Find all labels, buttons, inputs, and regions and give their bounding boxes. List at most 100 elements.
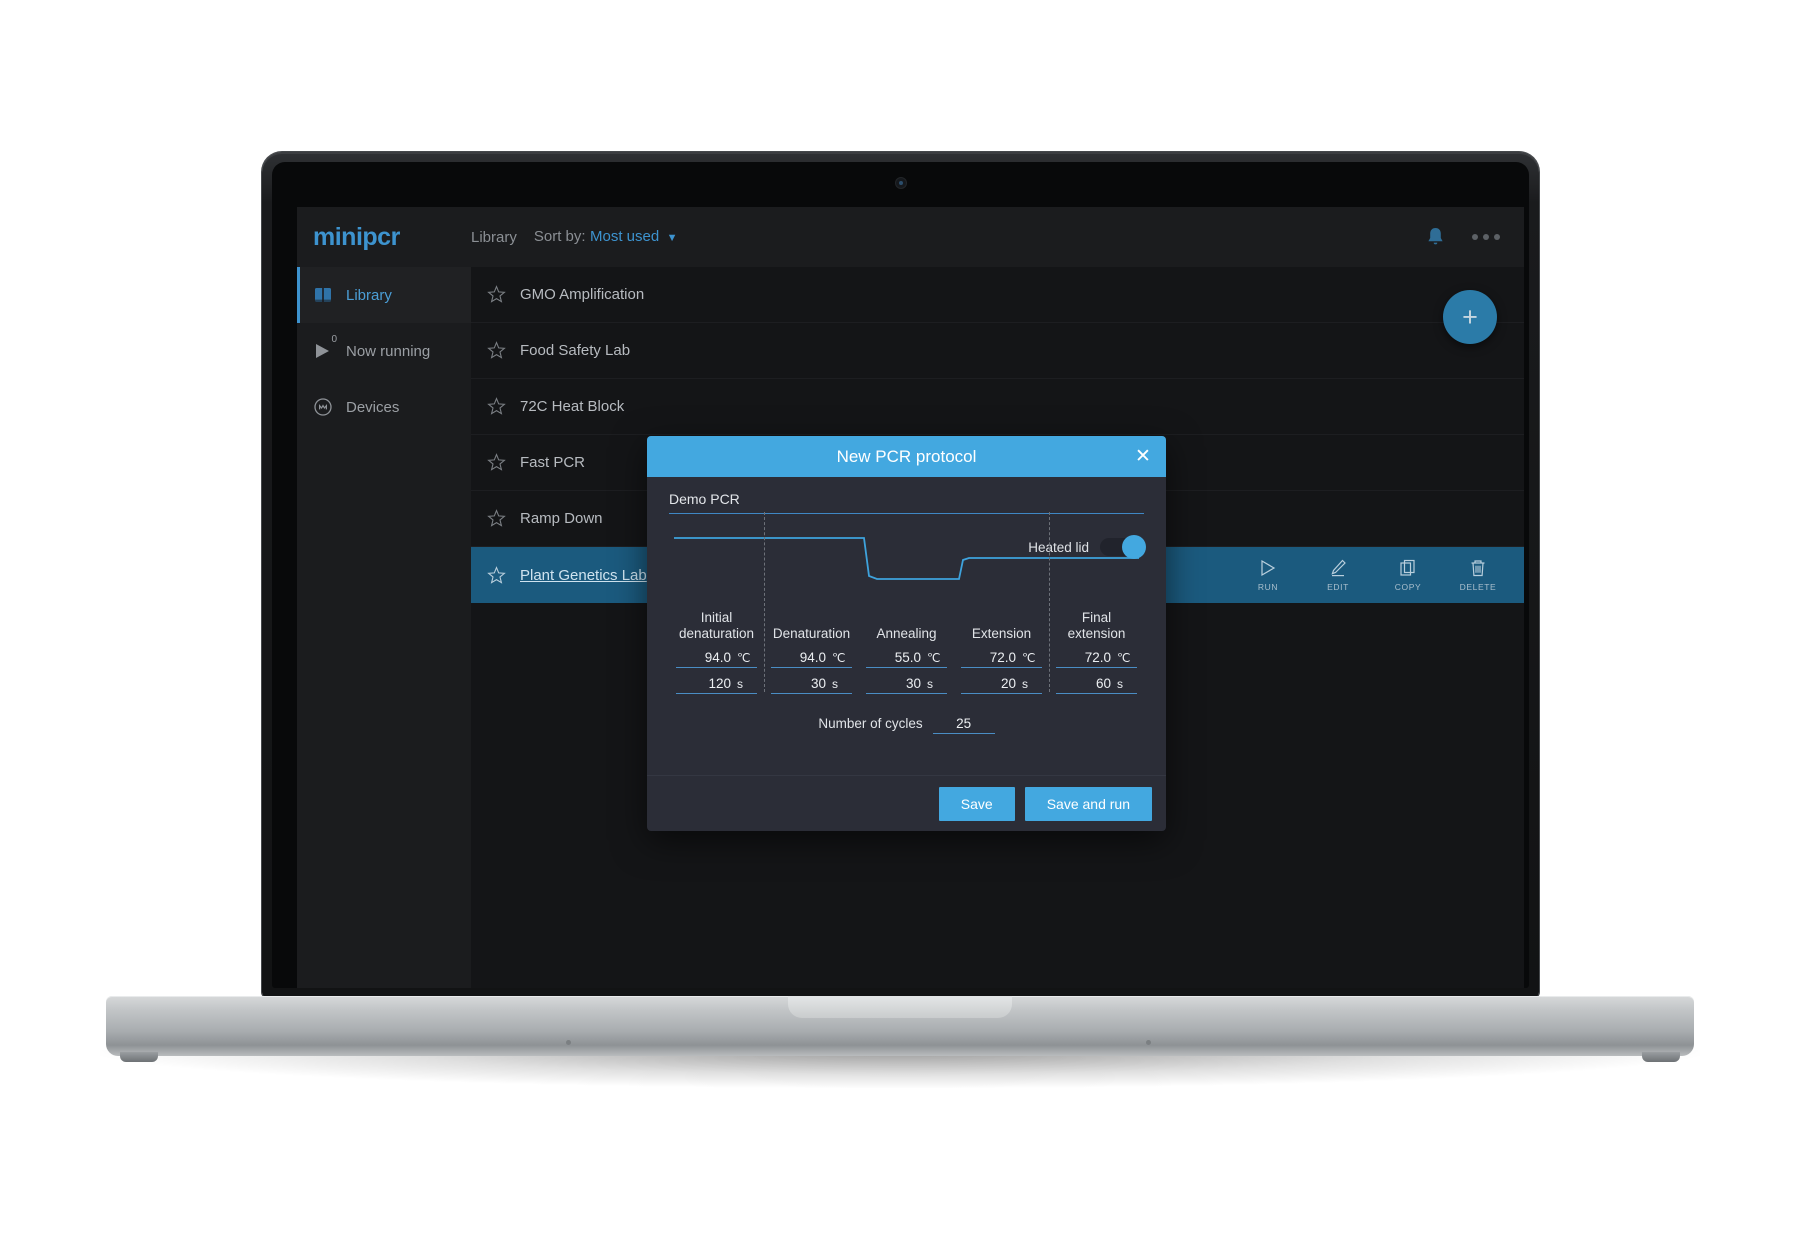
sidebar-item-devices[interactable]: Devices — [297, 379, 471, 435]
sort-by-value: Most used — [590, 228, 660, 245]
step-temperature-input[interactable]: 72.0 ℃ — [961, 650, 1042, 668]
screenshot-stage: minipcr Library Sort by: Most used ▼ Lib… — [0, 0, 1800, 1236]
dialog-titlebar: New PCR protocol ✕ — [647, 436, 1166, 477]
new-pcr-protocol-dialog: New PCR protocol ✕ Demo PCR Heated lid I… — [647, 436, 1166, 831]
delete-button[interactable]: DELETE — [1456, 558, 1500, 592]
list-item[interactable]: GMO Amplification — [471, 267, 1524, 323]
number-of-cycles-row: Number of cycles 25 — [669, 716, 1144, 734]
step-temperature-input[interactable]: 94.0 ℃ — [771, 650, 852, 668]
sidebar-item-now-running[interactable]: 0 Now running — [297, 323, 471, 379]
time-unit: s — [1117, 677, 1123, 691]
step-temperature-input[interactable]: 72.0 ℃ — [1056, 650, 1137, 668]
sidebar-item-label: Now running — [346, 342, 431, 360]
list-item-title: Plant Genetics Lab — [520, 566, 647, 584]
header-library-link[interactable]: Library — [471, 229, 517, 246]
now-running-count: 0 — [331, 334, 337, 345]
webcam-icon — [895, 178, 906, 188]
heated-lid-label: Heated lid — [1028, 539, 1089, 555]
step-time-input[interactable]: 30 s — [866, 676, 947, 694]
step-label: Denaturation — [772, 626, 851, 641]
cycles-label: Number of cycles — [818, 716, 923, 731]
step-final-extension: Final extension 72.0 ℃ 60 s — [1049, 512, 1144, 694]
protocol-name-input[interactable]: Demo PCR — [669, 491, 1144, 514]
time-unit: s — [832, 677, 838, 691]
edit-button[interactable]: EDIT — [1316, 558, 1360, 592]
sidebar: Library 0 Now running Devices — [297, 267, 471, 988]
list-item-title: GMO Amplification — [520, 286, 645, 303]
overflow-menu-icon[interactable] — [1472, 234, 1500, 240]
step-temperature-input[interactable]: 94.0 ℃ — [676, 650, 757, 668]
copy-label: COPY — [1394, 582, 1422, 592]
row-actions: RUN EDIT COPY DELETE — [1246, 558, 1524, 592]
list-item[interactable]: 72C Heat Block — [471, 379, 1524, 435]
sidebar-item-label: Library — [346, 286, 392, 304]
save-and-run-button[interactable]: Save and run — [1024, 786, 1152, 821]
step-label: Extension — [971, 626, 1032, 641]
time-value: 30 — [905, 676, 921, 691]
plus-icon: + — [1462, 301, 1478, 332]
header-right — [1427, 227, 1524, 247]
sidebar-item-label: Devices — [346, 398, 400, 416]
add-protocol-button[interactable]: + — [1443, 290, 1497, 344]
app-header: minipcr Library Sort by: Most used ▼ — [297, 207, 1524, 267]
device-icon — [313, 397, 333, 417]
step-time-input[interactable]: 20 s — [961, 676, 1042, 694]
temperature-unit: ℃ — [1117, 651, 1131, 665]
step-label: Initial denaturation — [678, 610, 755, 641]
star-icon[interactable] — [487, 509, 506, 528]
bell-icon[interactable] — [1427, 227, 1444, 247]
toggle-knob — [1122, 535, 1146, 559]
temperature-unit: ℃ — [1022, 651, 1036, 665]
step-temperature-input[interactable]: 55.0 ℃ — [866, 650, 947, 668]
cycles-input[interactable]: 25 — [932, 716, 995, 734]
star-icon[interactable] — [487, 285, 506, 304]
list-item[interactable]: Food Safety Lab — [471, 323, 1524, 379]
heated-lid-control[interactable]: Heated lid — [1028, 535, 1146, 559]
list-item-title: 72C Heat Block — [520, 398, 625, 415]
star-icon[interactable] — [487, 453, 506, 472]
close-icon[interactable]: ✕ — [1134, 447, 1152, 466]
temperature-unit: ℃ — [927, 651, 941, 665]
sidebar-item-library[interactable]: Library — [297, 267, 471, 323]
heated-lid-toggle[interactable] — [1100, 535, 1146, 559]
time-unit: s — [1022, 677, 1028, 691]
sort-by-control[interactable]: Sort by: Most used ▼ — [534, 228, 678, 246]
temperature-unit: ℃ — [737, 651, 751, 665]
step-annealing: Annealing 55.0 ℃ 30 s — [859, 610, 954, 694]
laptop-lid: minipcr Library Sort by: Most used ▼ Lib… — [262, 152, 1539, 998]
temperature-value: 94.0 — [704, 650, 731, 665]
time-unit: s — [737, 677, 743, 691]
dialog-body: Demo PCR Heated lid Initial denaturation… — [647, 477, 1166, 777]
step-time-input[interactable]: 120 s — [676, 676, 757, 694]
temperature-value: 72.0 — [1084, 650, 1111, 665]
run-button[interactable]: RUN — [1246, 558, 1290, 592]
header-nav: Library Sort by: Most used ▼ — [471, 228, 678, 246]
save-button[interactable]: Save — [938, 786, 1015, 821]
star-icon[interactable] — [487, 341, 506, 360]
edit-label: EDIT — [1327, 582, 1349, 592]
time-value: 120 — [708, 676, 731, 691]
time-value: 60 — [1095, 676, 1111, 691]
list-item-title: Fast PCR — [520, 454, 586, 471]
step-label: Final extension — [1067, 610, 1126, 641]
run-label: RUN — [1257, 582, 1279, 592]
star-icon[interactable] — [487, 565, 506, 585]
play-icon: 0 — [313, 334, 337, 361]
step-time-input[interactable]: 60 s — [1056, 676, 1137, 694]
step-denaturation: Denaturation 94.0 ℃ 30 s — [764, 512, 859, 694]
app-screen: minipcr Library Sort by: Most used ▼ Lib… — [297, 207, 1524, 988]
laptop-base-notch — [788, 996, 1012, 1018]
temperature-unit: ℃ — [832, 651, 846, 665]
laptop-bezel: minipcr Library Sort by: Most used ▼ Lib… — [272, 162, 1529, 988]
list-item-title: Ramp Down — [520, 510, 603, 527]
dialog-title: New PCR protocol — [836, 446, 977, 466]
star-icon[interactable] — [487, 397, 506, 416]
step-label: Annealing — [876, 626, 937, 641]
time-value: 20 — [1000, 676, 1016, 691]
step-time-input[interactable]: 30 s — [771, 676, 852, 694]
temperature-value: 72.0 — [989, 650, 1016, 665]
laptop-base — [106, 996, 1694, 1062]
copy-button[interactable]: COPY — [1386, 558, 1430, 592]
time-unit: s — [927, 677, 933, 691]
step-initial-denaturation: Initial denaturation 94.0 ℃ 120 s — [669, 610, 764, 694]
